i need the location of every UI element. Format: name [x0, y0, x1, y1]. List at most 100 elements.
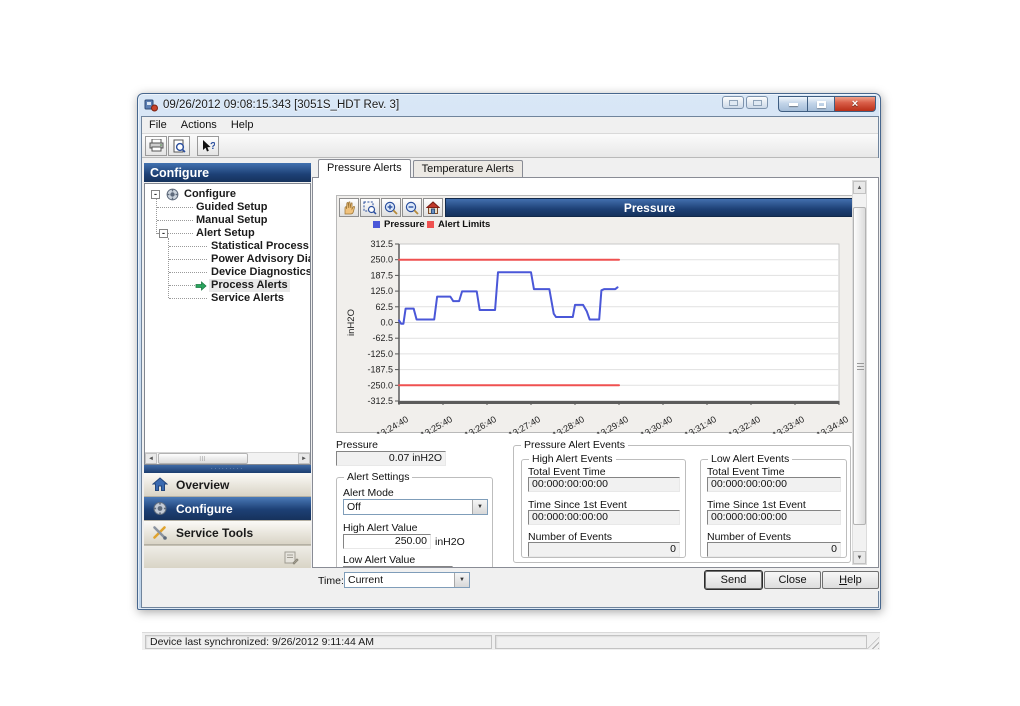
window-glyph-icon	[753, 100, 762, 106]
tree-item-process-alerts[interactable]: Process Alerts	[145, 279, 311, 292]
gear-icon	[152, 501, 168, 516]
home-icon	[152, 477, 168, 492]
panel-splitter[interactable]: ·········	[144, 465, 311, 473]
footer-bar: Time: Current ▼ Send Close Help	[142, 568, 880, 591]
context-help-icon: ?	[201, 139, 215, 153]
menu-help[interactable]: Help	[224, 118, 261, 132]
svg-text:?: ?	[210, 141, 215, 152]
svg-text:-312.5: -312.5	[367, 396, 393, 406]
zoom-out-icon	[405, 201, 419, 215]
time-since-first-event-field: 00:000:00:00:00	[707, 510, 841, 525]
tree-item-alert-setup[interactable]: - Alert Setup	[145, 227, 311, 240]
maximize-button[interactable]	[807, 96, 834, 112]
reset-view-button[interactable]	[423, 198, 443, 217]
tree-item-guided-setup[interactable]: Guided Setup	[145, 201, 311, 214]
time-select-value: Current	[348, 574, 383, 586]
close-dialog-button[interactable]: Close	[764, 571, 821, 589]
tab-temperature-alerts[interactable]: Temperature Alerts	[413, 160, 523, 177]
help-button[interactable]: Help	[822, 571, 879, 589]
tree-item-configure-root[interactable]: - Configure	[145, 188, 311, 201]
sidebar-item-service-tools[interactable]: Service Tools	[144, 521, 311, 545]
resize-grip[interactable]	[867, 637, 879, 649]
zoom-region-button[interactable]	[360, 198, 380, 217]
tree-item-statistical-process-monitoring[interactable]: Statistical Process Monitoring	[145, 240, 311, 253]
print-preview-button[interactable]	[168, 136, 190, 156]
tree-connector	[169, 246, 207, 247]
zoom-in-button[interactable]	[381, 198, 401, 217]
close-button[interactable]: ×	[834, 96, 876, 112]
tree-connector	[169, 272, 207, 273]
alert-mode-select[interactable]: Off ▼	[343, 499, 488, 515]
low-alert-events-title: Low Alert Events	[708, 453, 792, 465]
window-extra-button-1[interactable]	[722, 96, 744, 109]
tree-connector	[169, 285, 197, 286]
pressure-field-label: Pressure	[336, 439, 378, 451]
svg-text:-187.5: -187.5	[367, 365, 393, 375]
tree-item-label: Alert Setup	[194, 227, 257, 240]
menubar: File Actions Help	[142, 117, 878, 134]
tree-connector	[157, 220, 193, 221]
time-select[interactable]: Current ▼	[344, 572, 470, 588]
sidebar-item-configure[interactable]: Configure	[144, 497, 311, 521]
print-button[interactable]	[145, 136, 167, 156]
tree-connector	[157, 207, 193, 208]
notes-icon[interactable]	[283, 549, 299, 565]
low-alert-value-field[interactable]: -250.00 inH2O	[343, 566, 453, 568]
zoom-in-icon	[384, 201, 398, 215]
low-alert-events-group: Low Alert Events Total Event Time 00:000…	[700, 459, 847, 558]
tab-pressure-alerts[interactable]: Pressure Alerts	[318, 159, 411, 178]
tree-item-power-advisory-diagnostics[interactable]: Power Advisory Diagnostics	[145, 253, 311, 266]
svg-text:-62.5: -62.5	[372, 333, 393, 343]
chart-legend: Pressure Alert Limits	[337, 219, 854, 231]
tree-item-label: Power Advisory Diagnostics	[209, 253, 311, 266]
desktop: 09/26/2012 09:08:15.343 [3051S_HDT Rev. …	[0, 0, 1020, 706]
context-help-button[interactable]: ?	[197, 136, 219, 156]
tree-item-manual-setup[interactable]: Manual Setup	[145, 214, 311, 227]
svg-text:62.5: 62.5	[375, 302, 393, 312]
menu-file[interactable]: File	[142, 118, 174, 132]
menu-actions[interactable]: Actions	[174, 118, 224, 132]
hand-icon	[342, 201, 356, 215]
zoom-out-button[interactable]	[402, 198, 422, 217]
pan-button[interactable]	[339, 198, 359, 217]
svg-text:13:24:40: 13:24:40	[375, 414, 410, 434]
legend-label-pressure: Pressure	[384, 219, 425, 230]
page-vertical-scrollbar[interactable]: ▲ ▼	[852, 180, 867, 565]
window-client: File Actions Help	[141, 116, 879, 608]
main-area: Configure -	[142, 158, 880, 591]
alert-mode-label: Alert Mode	[343, 487, 394, 499]
send-button[interactable]: Send	[705, 571, 762, 589]
scrollbar-thumb[interactable]: |||	[158, 453, 248, 464]
sidebar-header-label: Configure	[150, 166, 209, 180]
chevron-down-icon[interactable]: ▼	[472, 500, 487, 514]
scroll-right-icon[interactable]: ►	[298, 453, 310, 464]
scroll-up-icon[interactable]: ▲	[853, 181, 866, 194]
collapse-icon[interactable]: -	[159, 229, 168, 238]
printer-icon	[149, 139, 164, 152]
titlebar[interactable]: 09/26/2012 09:08:15.343 [3051S_HDT Rev. …	[138, 94, 880, 116]
status-panel-2	[495, 635, 867, 649]
window-title: 09/26/2012 09:08:15.343 [3051S_HDT Rev. …	[163, 99, 399, 111]
tree-connector	[169, 259, 207, 260]
window-extra-button-2[interactable]	[746, 96, 768, 109]
high-alert-value-field[interactable]: 250.00	[343, 534, 431, 549]
scroll-left-icon[interactable]: ◄	[145, 453, 157, 464]
toolbar: ?	[142, 134, 878, 158]
tree-item-service-alerts[interactable]: Service Alerts	[145, 292, 311, 305]
thumb-grip	[857, 366, 864, 367]
svg-text:187.5: 187.5	[370, 270, 393, 280]
minimize-button[interactable]	[778, 96, 807, 112]
collapse-icon[interactable]: -	[151, 190, 160, 199]
tree-item-device-diagnostics[interactable]: Device Diagnostics	[145, 266, 311, 279]
scrollbar-thumb[interactable]	[853, 207, 866, 525]
tree-horizontal-scrollbar[interactable]: ◄ ||| ►	[145, 452, 310, 464]
pressure-series-swatch	[373, 221, 380, 228]
chevron-down-icon[interactable]: ▼	[454, 573, 469, 587]
green-arrow-icon	[195, 281, 207, 291]
chart-title: Pressure	[445, 198, 854, 217]
alert-settings-group: Alert Settings Alert Mode Off ▼ High Ale…	[336, 477, 493, 568]
configure-tree: - Configure Guided S	[144, 183, 311, 465]
scroll-down-icon[interactable]: ▼	[853, 551, 866, 564]
house-icon	[426, 201, 440, 215]
sidebar-item-overview[interactable]: Overview	[144, 473, 311, 497]
